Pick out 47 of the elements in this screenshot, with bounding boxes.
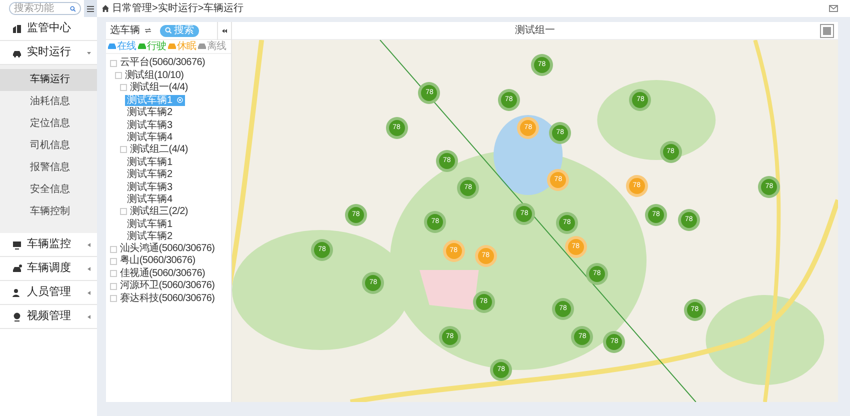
menu-label: 监管中心 xyxy=(27,22,72,35)
tree-group[interactable]: 河源环卫(5060/30676) xyxy=(120,280,215,292)
tree-vehicle[interactable]: 测试车辆1 xyxy=(125,218,175,230)
tree-group[interactable]: 测试组二(4/4) xyxy=(130,144,188,156)
menu-item[interactable]: 视频管理 xyxy=(0,305,97,329)
tree-group[interactable]: 汕头鸿通(5060/30676) xyxy=(120,243,215,256)
tree-vehicle[interactable]: 测试车辆4 xyxy=(125,132,175,144)
menu-item[interactable]: 人员管理 xyxy=(0,281,97,305)
tree-group[interactable]: 赛达科技(5060/30676) xyxy=(120,292,215,305)
tree-group[interactable]: 测试组三(2/2) xyxy=(130,206,188,218)
tree-vehicle[interactable]: 测试车辆2 xyxy=(125,169,175,180)
submenu-item[interactable]: 安全信息 xyxy=(0,179,97,201)
submenu-item[interactable]: 报警信息 xyxy=(0,157,97,179)
menu-item[interactable]: 车辆监控 xyxy=(0,233,97,257)
menu-label: 视频管理 xyxy=(27,310,72,323)
submenu-item[interactable]: 车辆运行 xyxy=(0,69,97,91)
search-button[interactable]: 搜索 xyxy=(160,24,199,36)
submenu-item[interactable]: 定位信息 xyxy=(0,113,97,135)
menu-label: 车辆调度 xyxy=(27,262,72,275)
tree-group[interactable]: 测试组(10/10) xyxy=(125,70,184,82)
submenu-item[interactable]: 司机信息 xyxy=(0,135,97,157)
tree-group[interactable]: 测试组一(4/4) xyxy=(130,82,188,94)
tree-vehicle[interactable]: 测试车辆2 xyxy=(125,107,175,118)
status-label: 离线 xyxy=(207,40,226,52)
submenu-item[interactable]: 油耗信息 xyxy=(0,91,97,113)
map-title: 测试组一 xyxy=(515,24,555,36)
status-label: 在线 xyxy=(117,40,136,52)
menu-item[interactable]: 监管中心 xyxy=(0,17,97,41)
tree-vehicle[interactable]: 测试车辆2 xyxy=(125,231,175,242)
tree-vehicle[interactable]: 测试车辆3 xyxy=(125,182,175,193)
menu-label: 车辆监控 xyxy=(27,238,72,251)
panel-title: 选车辆 xyxy=(110,24,140,36)
tree-vehicle[interactable]: 测试车辆1 xyxy=(125,94,185,106)
tree-vehicle[interactable]: 测试车辆3 xyxy=(125,120,175,131)
menu-item[interactable]: 车辆调度 xyxy=(0,257,97,281)
tree-vehicle[interactable]: 测试车辆1 xyxy=(125,156,175,168)
tree-group[interactable]: 云平台(5060/30676) xyxy=(120,57,205,70)
status-label: 行驶 xyxy=(147,40,166,52)
tree-vehicle[interactable]: 测试车辆4 xyxy=(125,194,175,205)
menu-label: 人员管理 xyxy=(27,286,72,299)
status-label: 休眠 xyxy=(177,40,196,52)
menu-label: 实时运行 xyxy=(27,46,72,59)
search-field[interactable]: 搜索功能 xyxy=(9,2,81,15)
submenu-item[interactable]: 车辆控制 xyxy=(0,201,97,223)
tree-group[interactable]: 粤山(5060/30676) xyxy=(120,255,196,268)
tree-group[interactable]: 佳视通(5060/30676) xyxy=(120,268,205,280)
breadcrumb: 日常管理>实时运行>车辆运行 xyxy=(112,2,244,14)
